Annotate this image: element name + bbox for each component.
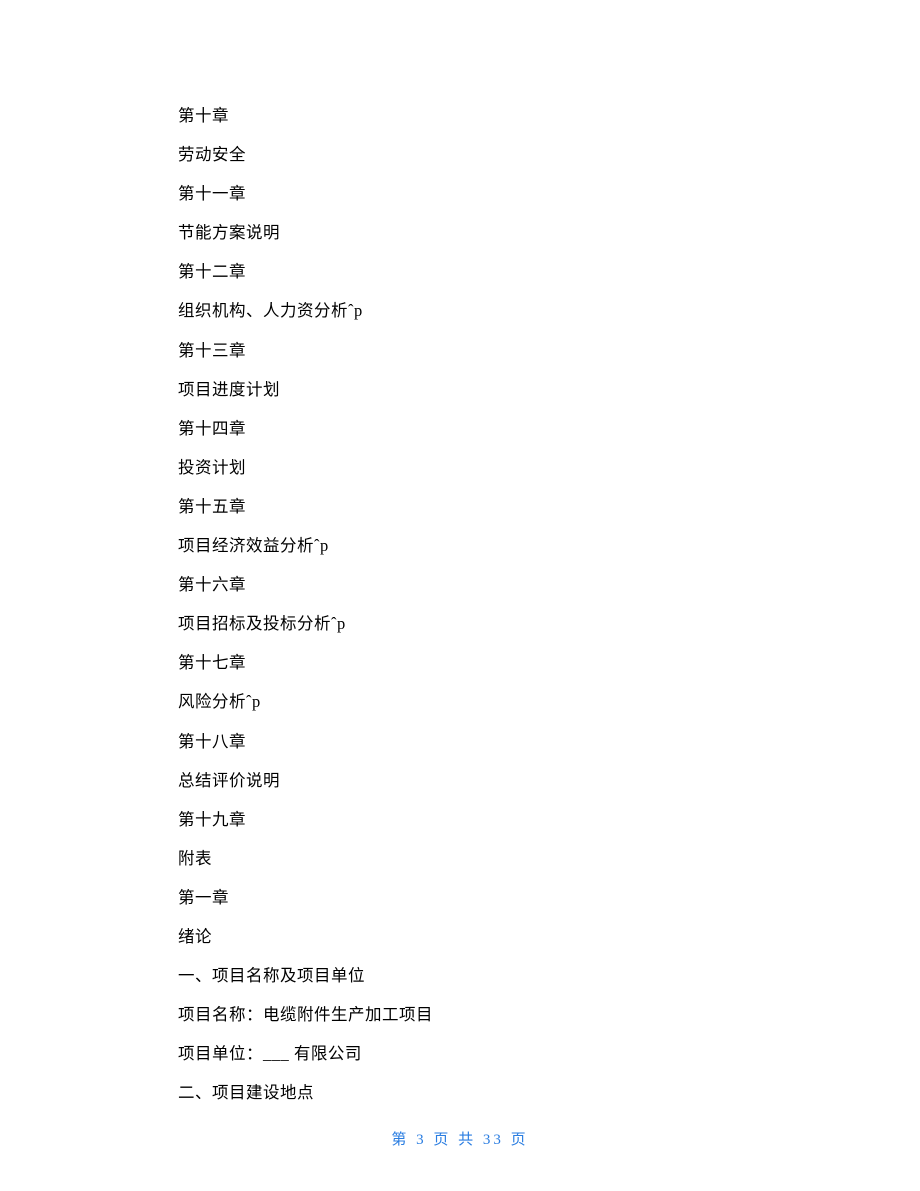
text-line: 第十章 [178, 108, 778, 125]
text-line: 第十一章 [178, 186, 778, 203]
text-line: 总结评价说明 [178, 773, 778, 790]
text-line: 节能方案说明 [178, 225, 778, 242]
text-line: 项目经济效益分析ˆp [178, 538, 778, 555]
text-line: 附表 [178, 851, 778, 868]
text-line: 第十五章 [178, 499, 778, 516]
text-line: 风险分析ˆp [178, 694, 778, 711]
text-line: 项目名称：电缆附件生产加工项目 [178, 1007, 778, 1024]
text-line: 绪论 [178, 929, 778, 946]
text-line: 第十八章 [178, 734, 778, 751]
text-line: 二、项目建设地点 [178, 1085, 778, 1102]
text-line: 项目单位：___ 有限公司 [178, 1046, 778, 1063]
text-line: 第十七章 [178, 655, 778, 672]
text-line: 第十二章 [178, 264, 778, 281]
document-body: 第十章 劳动安全 第十一章 节能方案说明 第十二章 组织机构、人力资分析ˆp 第… [178, 108, 778, 1124]
text-line: 第十三章 [178, 343, 778, 360]
text-line: 第一章 [178, 890, 778, 907]
text-line: 项目进度计划 [178, 382, 778, 399]
page-footer: 第 3 页 共 33 页 [0, 1128, 920, 1149]
text-line: 第十四章 [178, 421, 778, 438]
text-line: 组织机构、人力资分析ˆp [178, 303, 778, 320]
text-line: 项目招标及投标分析ˆp [178, 616, 778, 633]
text-line: 劳动安全 [178, 147, 778, 164]
text-line: 投资计划 [178, 460, 778, 477]
text-line: 第十六章 [178, 577, 778, 594]
text-line: 第十九章 [178, 812, 778, 829]
text-line: 一、项目名称及项目单位 [178, 968, 778, 985]
